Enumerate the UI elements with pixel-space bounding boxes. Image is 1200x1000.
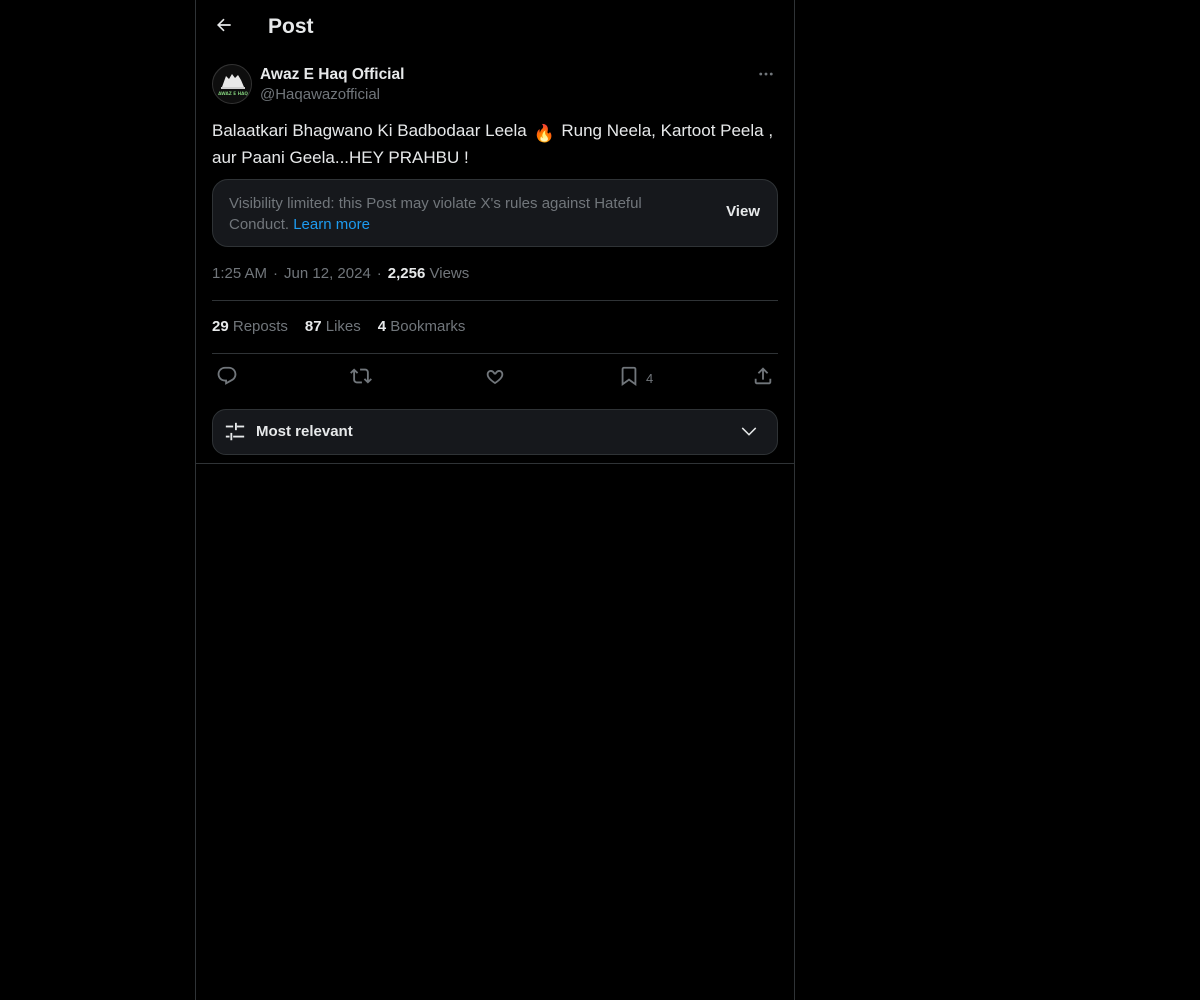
reply-icon (216, 365, 238, 392)
fire-emoji-icon: 🔥 (533, 124, 555, 143)
sliders-icon (224, 421, 246, 448)
views-label: Views (429, 265, 470, 282)
arrow-left-icon (214, 15, 234, 40)
notice-message: Visibility limited: this Post may violat… (229, 195, 642, 233)
share-icon (752, 365, 774, 392)
bookmark-icon (618, 365, 640, 392)
reposts-stat[interactable]: 29 Reposts (212, 317, 288, 337)
meta-separator: · (376, 265, 382, 282)
repost-icon (350, 365, 372, 392)
post-author: AWAZ E HAQ Awaz E Haq Official @Haqawazo… (212, 64, 778, 108)
likes-label: Likes (325, 318, 361, 335)
more-options-button[interactable] (754, 64, 778, 88)
bookmark-count: 4 (646, 370, 654, 386)
bookmarks-label: Bookmarks (390, 318, 466, 335)
views-count: 2,256 (387, 265, 426, 282)
like-button[interactable] (484, 364, 506, 392)
heart-icon (484, 365, 506, 392)
back-button[interactable] (208, 11, 240, 43)
meta-separator: · (273, 265, 279, 282)
bookmarks-stat[interactable]: 4 Bookmarks (378, 317, 466, 337)
sort-label: Most relevant (256, 423, 353, 440)
more-icon (757, 65, 775, 88)
author-handle[interactable]: @Haqawazofficial (260, 85, 380, 105)
notice-text: Visibility limited: this Post may violat… (229, 193, 699, 235)
post-date[interactable]: Jun 12, 2024 (284, 265, 371, 282)
chevron-down-icon (739, 423, 759, 446)
post-stats: 29 Reposts 87 Likes 4 Bookmarks (212, 317, 482, 337)
learn-more-link[interactable]: Learn more (293, 216, 370, 233)
post-time[interactable]: 1:25 AM (212, 265, 267, 282)
view-button[interactable]: View (726, 203, 760, 220)
page-header: Post (196, 0, 794, 54)
divider (212, 300, 778, 301)
post-text: Balaatkari Bhagwano Ki Badbodaar Leela 🔥… (212, 119, 782, 170)
bookmarks-count: 4 (377, 318, 387, 335)
author-name[interactable]: Awaz E Haq Official (260, 65, 404, 85)
post-text-start: Balaatkari Bhagwano Ki Badbodaar Leela (212, 121, 527, 140)
reposts-label: Reposts (232, 318, 288, 335)
page-title: Post (268, 15, 314, 38)
section-divider (196, 463, 794, 464)
avatar[interactable]: AWAZ E HAQ (212, 64, 252, 104)
avatar-logo-text: AWAZ E HAQ (218, 91, 248, 96)
reply-button[interactable] (216, 364, 238, 392)
post-meta: 1:25 AM · Jun 12, 2024 · 2,256 Views (212, 264, 469, 284)
bookmark-button[interactable]: 4 (618, 364, 653, 392)
repost-button[interactable] (350, 364, 372, 392)
visibility-notice: Visibility limited: this Post may violat… (212, 179, 778, 247)
share-button[interactable] (752, 364, 774, 392)
likes-count: 87 (304, 318, 322, 335)
post-detail-column: Post AWAZ E HAQ Awaz E Haq Official @Haq… (195, 0, 795, 1000)
likes-stat[interactable]: 87 Likes (305, 317, 361, 337)
reply-sort-dropdown[interactable]: Most relevant (212, 409, 778, 455)
reposts-count: 29 (212, 318, 229, 335)
divider (212, 353, 778, 354)
